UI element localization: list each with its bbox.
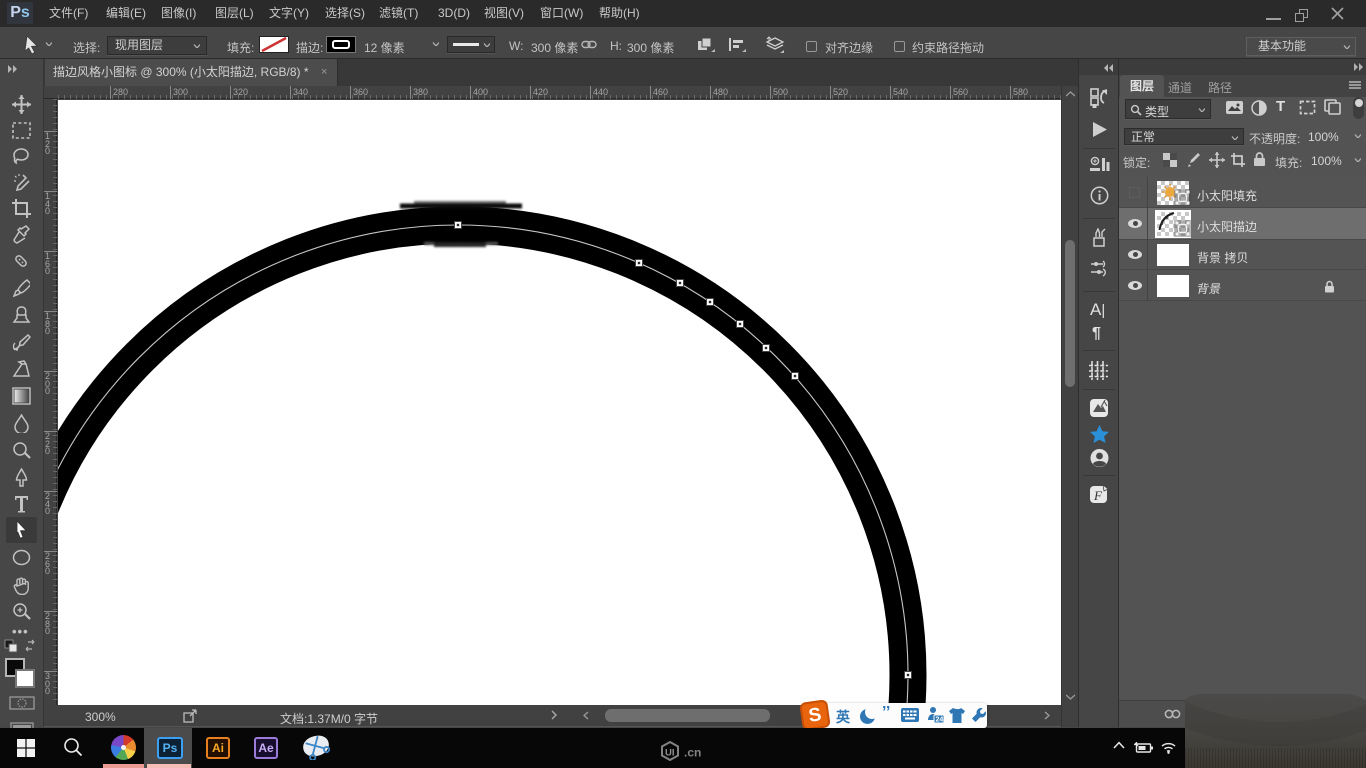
svg-text:24: 24 <box>936 717 944 724</box>
svg-text:.cn: .cn <box>684 746 701 760</box>
svg-text:F: F <box>1093 488 1103 503</box>
svg-text:UI: UI <box>665 748 675 759</box>
